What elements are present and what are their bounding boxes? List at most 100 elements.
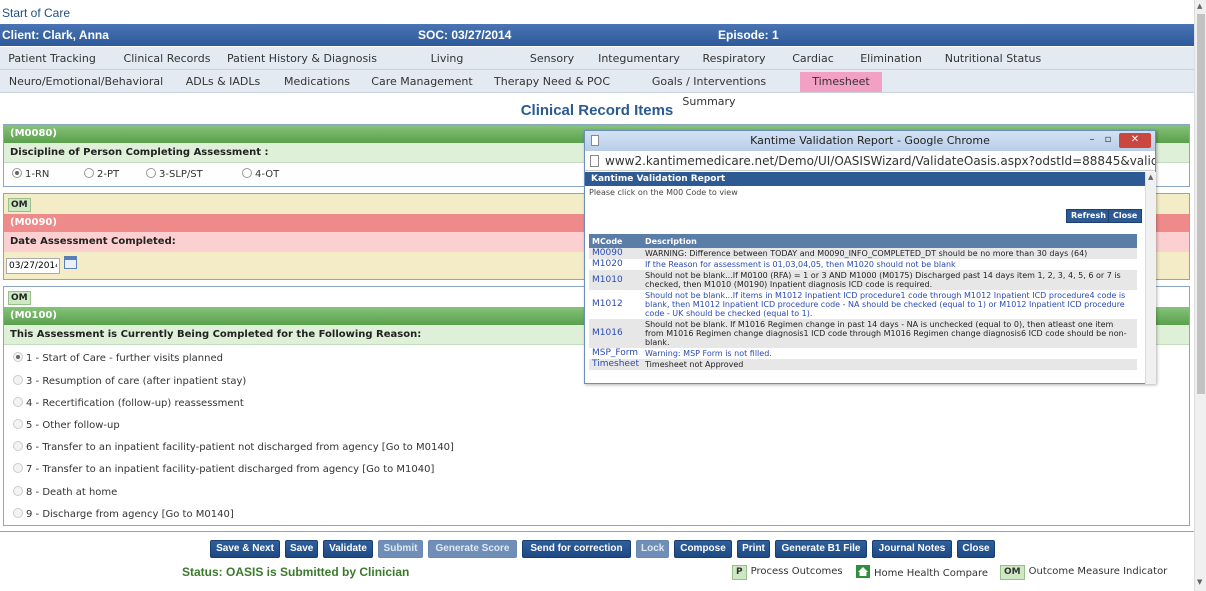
radio-icon[interactable] (13, 508, 23, 518)
scroll-up-icon[interactable]: ▲ (1197, 2, 1202, 10)
tab-patient-tracking[interactable]: Patient Tracking (4, 49, 100, 69)
m0080-option-ot[interactable]: 4-OT (242, 168, 279, 180)
tabs-row-1: Patient Tracking Clinical Records Patien… (0, 47, 1194, 85)
radio-icon[interactable] (84, 168, 94, 178)
row-description: Should not be blank...If M0100 (RFA) = 1… (642, 270, 1137, 290)
url-text: www2.kantimemedicare.net/Demo/UI/OASISWi… (605, 154, 1155, 168)
scroll-down-icon[interactable]: ▼ (1197, 578, 1202, 586)
table-row: M1016 Should not be blank. If M1016 Regi… (589, 319, 1137, 348)
tab-timesheet[interactable]: Timesheet (800, 72, 882, 92)
report-body: Kantime Validation Report Please click o… (585, 172, 1145, 384)
assessment-date-input[interactable] (6, 258, 60, 274)
radio-icon[interactable] (146, 168, 156, 178)
window-titlebar[interactable]: Kantime Validation Report - Google Chrom… (585, 131, 1155, 151)
table-row: M1020 If the Reason for assessment is 01… (589, 259, 1137, 270)
send-for-correction-button[interactable]: Send for correction (522, 540, 631, 558)
tab-integumentary[interactable]: Integumentary (596, 49, 682, 69)
tab-clinical-records[interactable]: Clinical Records (114, 49, 220, 69)
table-row: M1010 Should not be blank...If M0100 (RF… (589, 270, 1137, 290)
m0080-option-pt[interactable]: 2-PT (84, 168, 119, 180)
mcode-link[interactable]: M0090 (589, 248, 643, 259)
calendar-icon[interactable] (64, 256, 77, 269)
section-title: Clinical Record Items (520, 102, 674, 119)
tab-patient-history-diagnosis[interactable]: Patient History & Diagnosis (222, 49, 382, 69)
tab-neuro-emotional-behavioral[interactable]: Neuro/Emotional/Behavioral (6, 72, 166, 92)
radio-icon[interactable] (13, 419, 23, 429)
mcode-link[interactable]: Timesheet (589, 359, 643, 370)
tab-sensory[interactable]: Sensory (520, 49, 584, 69)
validation-report-window: Kantime Validation Report - Google Chrom… (584, 130, 1156, 384)
tab-respiratory[interactable]: Respiratory (698, 49, 770, 69)
generate-score-button[interactable]: Generate Score (428, 540, 517, 558)
scroll-up-icon[interactable]: ▲ (1148, 173, 1153, 181)
save-button[interactable]: Save (285, 540, 318, 558)
m0080-option-rn[interactable]: 1-RN (12, 168, 49, 180)
oasis-status: Status: OASIS is Submitted by Clinician (182, 565, 410, 579)
reason-option-9[interactable]: 9 - Discharge from agency [Go to M0140] (13, 508, 234, 520)
radio-icon[interactable] (13, 441, 23, 451)
radio-icon[interactable] (13, 352, 23, 362)
save-next-button[interactable]: Save & Next (210, 540, 280, 558)
radio-icon[interactable] (12, 168, 22, 178)
radio-icon[interactable] (13, 375, 23, 385)
mcode-link[interactable]: M1016 (589, 319, 643, 348)
tab-care-management[interactable]: Care Management (370, 72, 474, 92)
soc-date: SOC: 03/27/2014 (418, 28, 512, 42)
tab-elimination[interactable]: Elimination (856, 49, 926, 69)
row-description: Timesheet not Approved (642, 359, 1137, 370)
report-close-button[interactable]: Close (1108, 209, 1143, 223)
client-name: Client: Clark, Anna (2, 28, 109, 42)
tab-therapy-need-poc[interactable]: Therapy Need & POC (494, 72, 610, 92)
lock-button[interactable]: Lock (636, 540, 669, 558)
radio-icon[interactable] (13, 486, 23, 496)
compose-button[interactable]: Compose (674, 540, 732, 558)
m0080-option-slp[interactable]: 3-SLP/ST (146, 168, 203, 180)
page-icon (591, 135, 599, 146)
radio-icon[interactable] (13, 397, 23, 407)
radio-icon[interactable] (242, 168, 252, 178)
tab-medications[interactable]: Medications (278, 72, 356, 92)
report-title: Kantime Validation Report (585, 172, 1145, 186)
reason-option-6[interactable]: 6 - Transfer to an inpatient facility-pa… (13, 441, 454, 453)
episode-number: Episode: 1 (718, 28, 779, 42)
refresh-button[interactable]: Refresh (1066, 209, 1111, 223)
reason-option-5[interactable]: 5 - Other follow-up (13, 419, 120, 431)
page-title: Start of Care (2, 6, 71, 20)
validate-button[interactable]: Validate (323, 540, 373, 558)
scroll-thumb[interactable] (1197, 14, 1205, 394)
tab-living-arrangements[interactable]: Living Arrangements (392, 49, 502, 85)
reason-option-8[interactable]: 8 - Death at home (13, 486, 117, 498)
mcode-link[interactable]: M1010 (589, 270, 643, 290)
generate-b1-file-button[interactable]: Generate B1 File (775, 540, 867, 558)
maximize-icon[interactable]: ▫ (1101, 133, 1115, 148)
validation-table: MCode Description M0090 WARNING: Differe… (589, 234, 1137, 370)
table-row: MSP_Form Warning: MSP Form is not filled… (589, 348, 1137, 359)
home-icon (856, 565, 870, 578)
address-bar[interactable]: www2.kantimemedicare.net/Demo/UI/OASISWi… (585, 151, 1155, 171)
om-badge: OM (8, 291, 31, 305)
table-row: M0090 WARNING: Difference between TODAY … (589, 248, 1137, 259)
tab-nutritional-status[interactable]: Nutritional Status (944, 49, 1042, 69)
report-hint: Please click on the M00 Code to view (589, 188, 738, 197)
minimize-icon[interactable]: – (1085, 133, 1099, 148)
tab-cardiac[interactable]: Cardiac (786, 49, 840, 69)
reason-option-3[interactable]: 3 - Resumption of care (after inpatient … (13, 375, 246, 387)
mcode-link[interactable]: M1020 (589, 259, 643, 270)
journal-notes-button[interactable]: Journal Notes (872, 540, 952, 558)
mcode-link[interactable]: MSP_Form (589, 348, 643, 359)
mcode-link[interactable]: M1012 (589, 290, 643, 319)
print-button[interactable]: Print (737, 540, 770, 558)
table-row: M1012 Should not be blank...If items in … (589, 290, 1137, 319)
close-window-icon[interactable]: ✕ (1119, 133, 1151, 148)
popup-scrollbar[interactable]: ▲ (1145, 172, 1156, 384)
reason-option-7[interactable]: 7 - Transfer to an inpatient facility-pa… (13, 463, 434, 475)
close-button[interactable]: Close (957, 540, 995, 558)
reason-option-4[interactable]: 4 - Recertification (follow-up) reassess… (13, 397, 244, 409)
radio-icon[interactable] (13, 463, 23, 473)
submit-button[interactable]: Submit (378, 540, 423, 558)
legend-outcome-measure: OM Outcome Measure Indicator (1000, 565, 1167, 580)
page-scrollbar[interactable]: ▲ ▼ (1194, 0, 1206, 591)
reason-option-1[interactable]: 1 - Start of Care - further visits plann… (13, 352, 223, 364)
tab-adls-iadls[interactable]: ADLs & IADLs (178, 72, 268, 92)
tab-goals-interventions[interactable]: Goals / Interventions Summary (628, 72, 790, 108)
